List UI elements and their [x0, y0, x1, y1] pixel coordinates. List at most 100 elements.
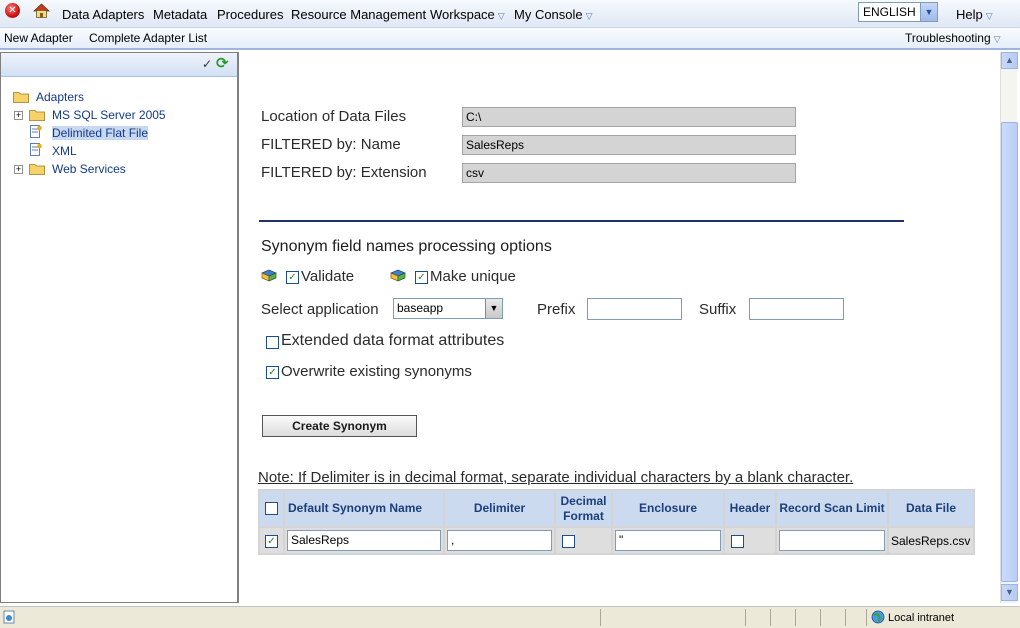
troubleshooting-menu[interactable]: Troubleshooting ▽ [905, 31, 1001, 45]
menu-help-label: Help [956, 7, 983, 22]
table-header-row: Default Synonym Name Delimiter Decimal F… [260, 491, 973, 526]
application-value: baseapp [397, 301, 444, 315]
row-select-checkbox[interactable]: ✓ [265, 534, 278, 548]
language-value: ENGLISH [863, 5, 916, 19]
tree-item-web-services[interactable]: Web Services [52, 162, 126, 176]
enclosure-input[interactable]: " [615, 530, 721, 551]
security-zone-label: Local intranet [888, 612, 955, 624]
chevron-down-icon: ▽ [497, 11, 505, 21]
language-select[interactable]: ENGLISH ▼ [858, 2, 938, 22]
make-unique-checkbox[interactable]: ✓ [415, 271, 428, 284]
page-icon [3, 610, 15, 624]
suffix-label: Suffix [699, 301, 737, 318]
record-scan-limit-input[interactable] [779, 530, 885, 551]
validate-checkbox[interactable]: ✓ [286, 271, 299, 284]
scroll-down-icon[interactable]: ▼ [1001, 584, 1018, 601]
overwrite-synonyms-checkbox[interactable]: ✓ [266, 366, 279, 379]
refresh-icon[interactable]: ⟳ [216, 56, 232, 72]
menu-my-console-label: My Console [514, 7, 583, 22]
chevron-down-icon: ▽ [985, 11, 993, 21]
scroll-thumb[interactable] [1001, 122, 1018, 582]
tree-item-xml[interactable]: XML [52, 144, 77, 158]
col-header: Header [725, 491, 775, 526]
header-cell [725, 528, 775, 553]
menu-workspace[interactable]: Workspace ▽ [430, 7, 505, 22]
select-all-checkbox[interactable] [265, 502, 278, 516]
extended-attributes-checkbox[interactable] [266, 336, 279, 349]
tree-root-adapters[interactable]: Adapters [36, 90, 84, 104]
globe-icon [871, 610, 885, 624]
menu-procedures[interactable]: Procedures [217, 7, 283, 22]
filter-name-label: FILTERED by: Name [261, 136, 401, 153]
menu-workspace-label: Workspace [430, 7, 495, 22]
menu-metadata[interactable]: Metadata [153, 7, 207, 22]
col-default-synonym-name: Default Synonym Name [285, 491, 443, 526]
folder-open-icon [13, 92, 29, 103]
chevron-down-icon: ▽ [993, 34, 1001, 44]
delimiter-input[interactable]: , [447, 530, 552, 551]
menu-data-adapters[interactable]: Data Adapters [62, 7, 144, 22]
status-bar: Local intranet [0, 606, 1020, 628]
adapter-document-icon [30, 125, 42, 138]
menu-my-console[interactable]: My Console ▽ [514, 7, 593, 22]
expand-icon[interactable]: + [14, 165, 23, 174]
troubleshooting-label: Troubleshooting [905, 31, 991, 45]
make-unique-label: Make unique [430, 268, 516, 285]
complete-adapter-list-link[interactable]: Complete Adapter List [89, 31, 207, 45]
chevron-down-icon: ▽ [585, 11, 593, 21]
status-divider [600, 609, 601, 626]
location-label: Location of Data Files [261, 108, 407, 125]
new-adapter-link[interactable]: New Adapter [4, 31, 73, 45]
col-enclosure: Enclosure [613, 491, 723, 526]
dropdown-arrow-icon[interactable]: ▼ [920, 3, 937, 21]
book-icon [261, 269, 277, 282]
synonym-form: Location of Data Files C:\ FILTERED by: … [241, 52, 1001, 603]
status-divider [820, 609, 821, 626]
vertical-scrollbar[interactable]: ▲ ▼ [1000, 52, 1018, 603]
filter-extension-label: FILTERED by: Extension [261, 164, 427, 181]
decimal-format-cell [556, 528, 611, 553]
synonym-name-input[interactable]: SalesReps [287, 530, 441, 551]
col-decimal-format: Decimal Format [556, 491, 611, 526]
scroll-up-icon[interactable]: ▲ [1001, 52, 1018, 69]
data-file-cell: SalesReps.csv [889, 528, 973, 553]
dropdown-arrow-icon[interactable]: ▼ [485, 299, 502, 318]
status-divider [770, 609, 771, 626]
status-divider [866, 609, 867, 626]
synonym-table: Default Synonym Name Delimiter Decimal F… [258, 489, 975, 555]
menu-bar: ✕ Data Adapters Metadata Procedures Reso… [0, 0, 1020, 28]
status-divider [795, 609, 796, 626]
home-icon[interactable] [33, 2, 50, 19]
delimiter-cell: , [445, 528, 554, 553]
record-scan-limit-cell [777, 528, 887, 553]
menu-help[interactable]: Help ▽ [956, 7, 993, 22]
collapse-chevron-icon[interactable]: ✓ [202, 57, 212, 71]
extended-attributes-label: Extended data format attributes [281, 332, 505, 349]
expand-icon[interactable]: + [14, 111, 23, 120]
decimal-format-checkbox[interactable] [562, 534, 575, 548]
col-record-scan-limit: Record Scan Limit [777, 491, 887, 526]
select-all-cell [260, 491, 283, 526]
validate-label: Validate [301, 268, 355, 285]
close-icon[interactable]: ✕ [5, 3, 20, 18]
adapter-tree-panel: ✓ ⟳ Adapters + MS SQL Server 2005 Delimi… [0, 52, 239, 603]
create-synonym-button[interactable]: Create Synonym [262, 415, 417, 437]
header-checkbox[interactable] [731, 534, 744, 548]
overwrite-synonyms-label: Overwrite existing synonyms [281, 363, 472, 380]
delimiter-note: Note: If Delimiter is in decimal format,… [258, 469, 854, 486]
application-select[interactable]: baseapp ▼ [393, 298, 503, 319]
section-title: Synonym field names processing options [261, 238, 552, 255]
menu-resource-management[interactable]: Resource Management [291, 7, 426, 22]
tree-item-delimited-flat-file[interactable]: Delimited Flat File [52, 126, 149, 140]
location-field: C:\ [462, 107, 796, 127]
prefix-input[interactable] [587, 298, 682, 320]
col-data-file: Data File [889, 491, 973, 526]
book-icon [390, 269, 406, 282]
col-delimiter: Delimiter [445, 491, 554, 526]
adapter-document-icon [30, 143, 42, 156]
suffix-input[interactable] [749, 298, 844, 320]
section-divider [259, 220, 904, 222]
tree-panel-header: ✓ ⟳ [1, 53, 237, 77]
row-select-cell: ✓ [260, 528, 283, 553]
tree-item-ms-sql-server[interactable]: MS SQL Server 2005 [52, 108, 166, 122]
